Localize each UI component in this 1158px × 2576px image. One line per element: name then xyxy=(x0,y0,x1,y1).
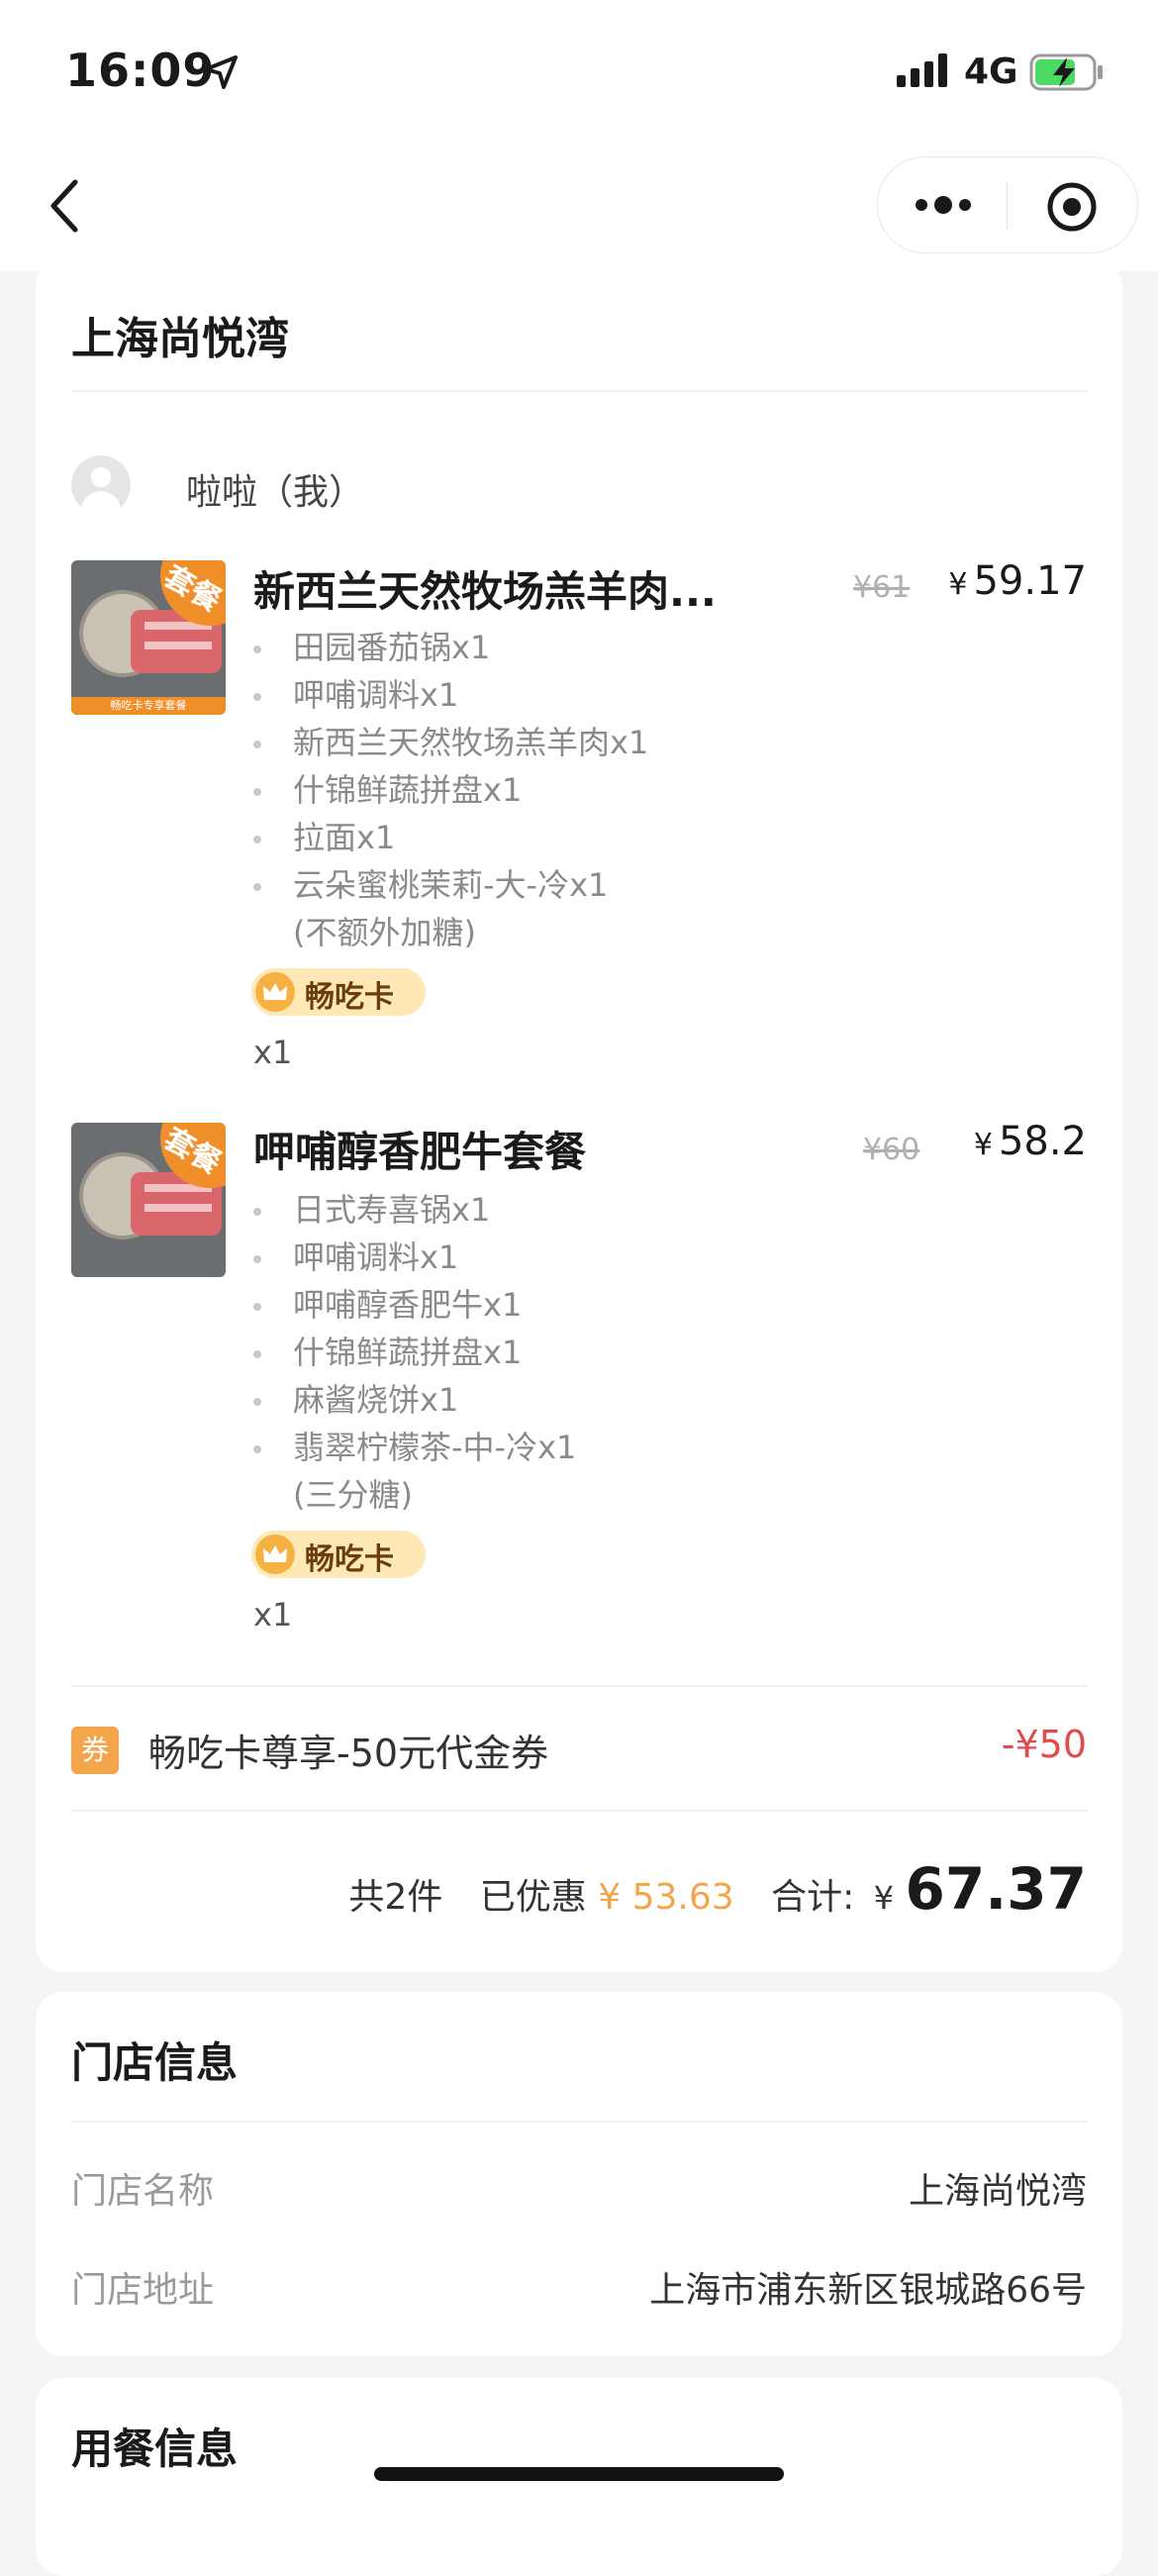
component-item: 日式寿喜锅x1 xyxy=(253,1186,576,1234)
more-dots-icon[interactable] xyxy=(914,193,973,217)
divider xyxy=(71,390,1087,392)
divider xyxy=(71,1810,1087,1812)
user-name: 啦啦（我） xyxy=(186,472,365,513)
location-arrow-icon xyxy=(204,55,238,89)
discount-label: 已优惠 xyxy=(479,1877,587,1918)
component-item: 新西兰天然牧场羔羊肉x1 xyxy=(253,719,648,766)
status-time: 16:09 xyxy=(65,44,216,97)
coupon-amount: -¥50 xyxy=(1001,1723,1087,1766)
component-item: 云朵蜜桃茉莉-大-冷x1 xyxy=(253,861,648,909)
store-address-value[interactable]: 上海市浦东新区银城路66号 xyxy=(649,2261,1087,2313)
item-name[interactable]: 新西兰天然牧场羔羊肉... xyxy=(253,558,748,619)
divider xyxy=(71,1685,1087,1687)
coupon-icon: 券 xyxy=(71,1727,119,1774)
divider xyxy=(71,2121,1087,2123)
store-info-card: 门店信息 门店名称 上海尚悦湾 门店地址 上海市浦东新区银城路66号 xyxy=(36,1992,1122,2356)
battery-charging-icon xyxy=(1029,53,1103,91)
section-title: 门店信息 xyxy=(71,2038,239,2087)
item-price: ¥58.2 xyxy=(973,1119,1087,1164)
capsule-divider xyxy=(1007,181,1008,229)
order-summary: 共2件 已优惠 ¥ 53.63 合计: ¥ 67.37 xyxy=(348,1855,1087,1923)
component-item: 翡翠柠檬茶-中-冷x1 xyxy=(253,1424,576,1471)
component-item: 麻酱烧饼x1 xyxy=(253,1376,576,1424)
store-name-value: 上海尚悦湾 xyxy=(908,2171,1087,2212)
component-item: 田园番茄锅x1 xyxy=(253,624,648,671)
original-price: ¥60 xyxy=(863,1133,920,1167)
crown-icon xyxy=(255,972,295,1012)
component-note: (三分糖) xyxy=(293,1476,413,1514)
crown-icon xyxy=(255,1535,295,1574)
network-type: 4G xyxy=(964,51,1018,92)
total-amount: 67.37 xyxy=(905,1855,1087,1923)
item-count: 共2件 xyxy=(348,1877,443,1918)
store-address-label: 门店地址 xyxy=(71,2270,215,2311)
item-quantity: x1 xyxy=(253,1034,293,1071)
component-item: 什锦鲜蔬拼盘x1 xyxy=(253,766,648,814)
miniprogram-capsule xyxy=(877,156,1138,253)
item-price: ¥59.17 xyxy=(948,558,1087,604)
store-name-label: 门店名称 xyxy=(71,2171,215,2212)
item-quantity: x1 xyxy=(253,1596,293,1634)
total-currency: ¥ xyxy=(873,1879,895,1917)
original-price: ¥61 xyxy=(853,570,911,605)
component-note: (不额外加糖) xyxy=(293,914,476,951)
section-title: 用餐信息 xyxy=(71,2425,239,2473)
discount-amount: ¥ 53.63 xyxy=(598,1877,734,1918)
avatar xyxy=(71,455,131,515)
membership-badge: 畅吃卡 xyxy=(251,1531,426,1578)
back-chevron-icon[interactable] xyxy=(46,176,85,236)
status-bar: 16:09 4G xyxy=(0,0,1158,149)
item-components: 日式寿喜锅x1 呷哺调料x1 呷哺醇香肥牛x1 什锦鲜蔬拼盘x1 麻酱烧饼x1 … xyxy=(253,1186,576,1519)
total-label: 合计: xyxy=(771,1877,855,1918)
component-item: 呷哺调料x1 xyxy=(253,1234,576,1281)
store-title: 上海尚悦湾 xyxy=(71,314,289,364)
membership-badge: 畅吃卡 xyxy=(251,968,426,1016)
signal-icon xyxy=(897,53,947,87)
component-item: 拉面x1 xyxy=(253,814,648,861)
order-card: 上海尚悦湾 啦啦（我） 套餐 畅吃卡专享套餐 新西兰天然牧场羔羊肉... ¥61… xyxy=(36,259,1122,1972)
home-indicator[interactable] xyxy=(374,2467,784,2481)
component-item: 呷哺调料x1 xyxy=(253,671,648,719)
thumb-strip-text: 畅吃卡专享套餐 xyxy=(71,697,226,715)
component-item: 什锦鲜蔬拼盘x1 xyxy=(253,1329,576,1376)
target-icon[interactable] xyxy=(1046,181,1098,233)
item-components: 田园番茄锅x1 呷哺调料x1 新西兰天然牧场羔羊肉x1 什锦鲜蔬拼盘x1 拉面x… xyxy=(253,624,648,956)
item-thumbnail[interactable]: 套餐 畅吃卡专享套餐 xyxy=(71,560,226,715)
item-thumbnail[interactable]: 套餐 xyxy=(71,1123,226,1277)
coupon-name[interactable]: 畅吃卡尊享-50元代金券 xyxy=(148,1723,548,1777)
item-name[interactable]: 呷哺醇香肥牛套餐 xyxy=(253,1119,748,1179)
component-item: 呷哺醇香肥牛x1 xyxy=(253,1281,576,1329)
